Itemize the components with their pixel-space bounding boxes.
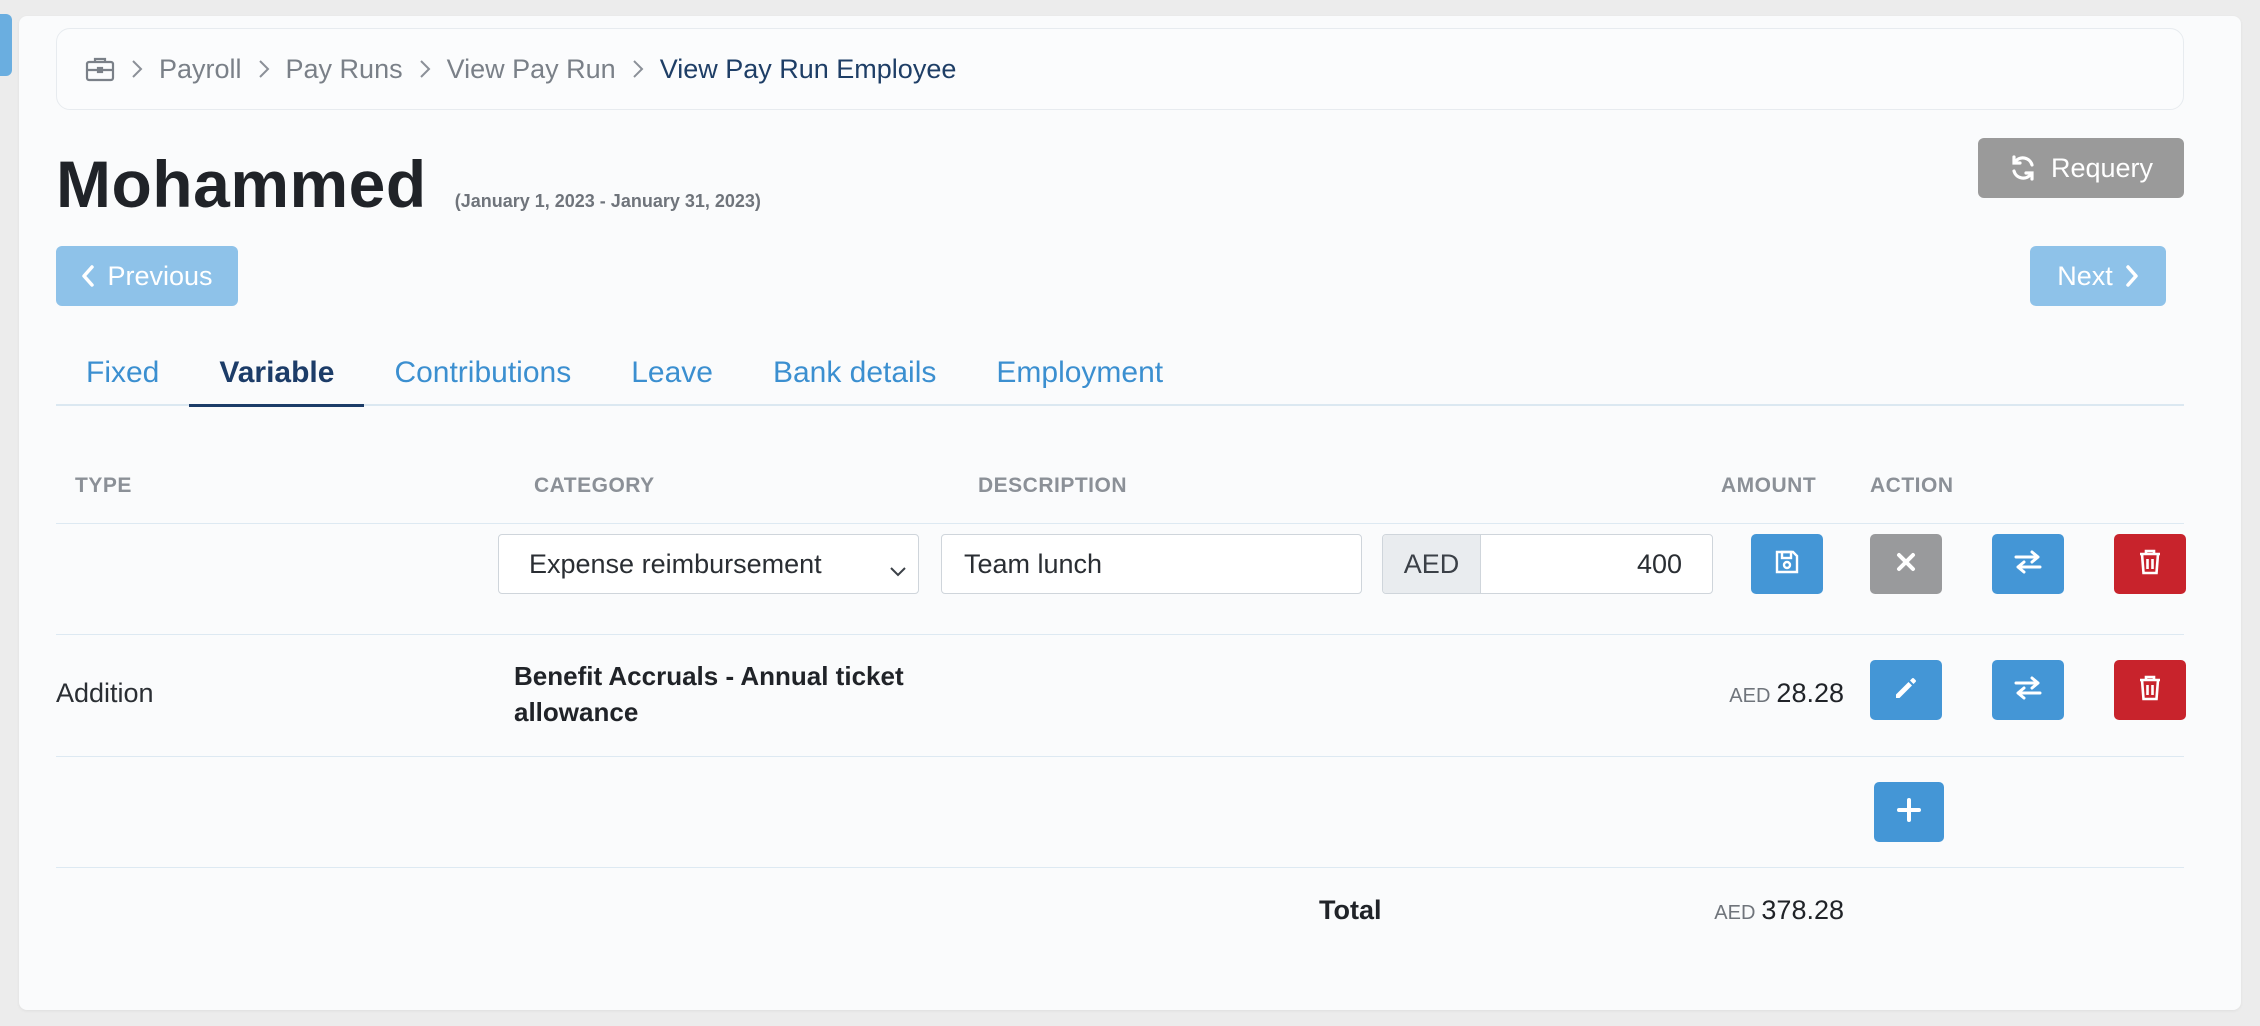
cancel-button[interactable]	[1870, 534, 1942, 594]
divider	[56, 634, 2184, 635]
chevron-left-icon	[81, 264, 95, 288]
page-title: Mohammed	[56, 147, 427, 221]
description-input[interactable]: Team lunch	[941, 534, 1362, 594]
column-header-description: DESCRIPTION	[978, 474, 1128, 497]
edit-button[interactable]	[1870, 660, 1942, 720]
next-label: Next	[2057, 260, 2113, 291]
column-header-category: CATEGORY	[534, 474, 655, 497]
description-value: Team lunch	[964, 548, 1103, 579]
column-header-amount: AMOUNT	[1721, 474, 1817, 497]
divider	[56, 867, 2184, 868]
tab-bar: Fixed Variable Contributions Leave Bank …	[56, 356, 2184, 407]
trash-icon	[2138, 548, 2162, 581]
divider	[56, 523, 2184, 524]
tab-contributions[interactable]: Contributions	[364, 356, 601, 406]
trash-icon	[2138, 674, 2162, 707]
delete-button[interactable]	[2114, 534, 2186, 594]
page-header: Mohammed (January 1, 2023 - January 31, …	[56, 146, 761, 222]
row-amount: AED 28.28	[1729, 678, 1844, 709]
chevron-right-icon	[131, 59, 143, 79]
tab-bank-details[interactable]: Bank details	[743, 356, 966, 406]
total-currency: AED	[1714, 902, 1756, 924]
pencil-icon	[1893, 675, 1919, 706]
breadcrumb: Payroll Pay Runs View Pay Run View Pay R…	[56, 28, 2184, 110]
previous-label: Previous	[107, 260, 213, 291]
breadcrumb-view-pay-run[interactable]: View Pay Run	[447, 54, 616, 85]
chevron-right-icon	[2125, 264, 2139, 288]
row-type: Addition	[56, 678, 154, 708]
row-category: Benefit Accruals - Annual ticket allowan…	[514, 661, 904, 727]
delete-button[interactable]	[2114, 660, 2186, 720]
refresh-icon	[2009, 154, 2037, 182]
row-amount-value: 28.28	[1776, 678, 1844, 708]
plus-icon	[1896, 797, 1922, 828]
total-amount: AED 378.28	[1714, 895, 1844, 926]
breadcrumb-payroll[interactable]: Payroll	[159, 54, 242, 85]
tab-leave[interactable]: Leave	[601, 356, 743, 406]
amount-input-group: AED 400	[1382, 534, 1713, 594]
close-icon	[1895, 551, 1917, 578]
column-header-type: TYPE	[75, 474, 132, 497]
date-range: (January 1, 2023 - January 31, 2023)	[454, 191, 761, 211]
breadcrumb-pay-runs[interactable]: Pay Runs	[286, 54, 403, 85]
amount-input[interactable]: 400	[1481, 535, 1712, 593]
chevron-right-icon	[632, 59, 644, 79]
breadcrumb-current: View Pay Run Employee	[659, 53, 957, 84]
swap-button[interactable]	[1992, 534, 2064, 594]
save-button[interactable]	[1751, 534, 1823, 594]
chevron-right-icon	[258, 59, 270, 79]
chevron-right-icon	[419, 59, 431, 79]
tab-fixed[interactable]: Fixed	[56, 356, 189, 406]
tab-variable[interactable]: Variable	[189, 356, 365, 407]
add-row-button[interactable]	[1874, 782, 1944, 842]
swap-icon	[2013, 549, 2043, 580]
side-panel-toggle[interactable]	[0, 14, 12, 76]
briefcase-icon[interactable]	[85, 54, 115, 84]
total-label: Total	[1319, 895, 1382, 925]
swap-icon	[2013, 675, 2043, 706]
total-amount-value: 378.28	[1761, 895, 1844, 925]
chevron-down-icon	[888, 555, 908, 586]
save-icon	[1774, 549, 1800, 580]
row-currency: AED	[1729, 685, 1771, 707]
next-button[interactable]: Next	[2030, 246, 2166, 306]
category-select-value: Expense reimbursement	[529, 548, 822, 579]
column-header-action: ACTION	[1870, 474, 1954, 497]
currency-addon: AED	[1383, 535, 1481, 593]
divider	[56, 756, 2184, 757]
requery-button[interactable]: Requery	[1978, 138, 2184, 198]
swap-button[interactable]	[1992, 660, 2064, 720]
previous-button[interactable]: Previous	[56, 246, 238, 306]
requery-label: Requery	[2050, 152, 2154, 183]
tab-employment[interactable]: Employment	[966, 356, 1193, 406]
category-select[interactable]: Expense reimbursement	[498, 534, 919, 594]
